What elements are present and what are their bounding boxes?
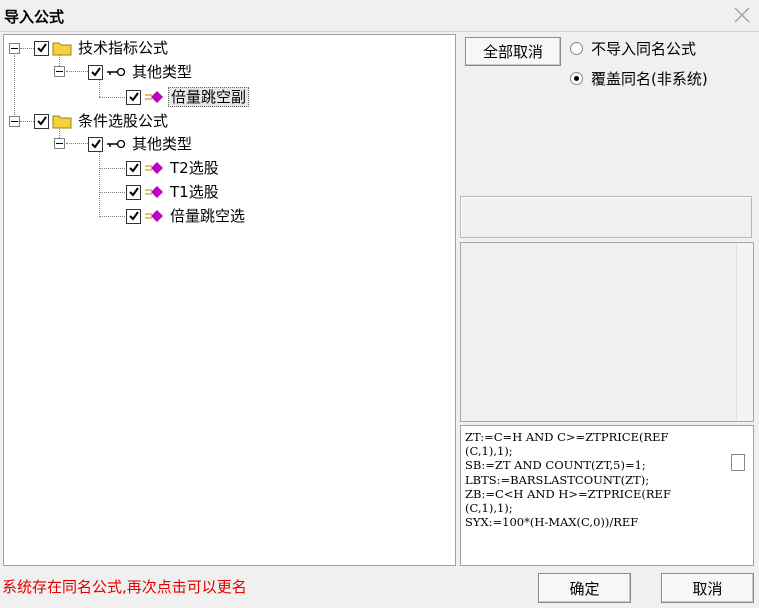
checkbox[interactable] [126, 89, 141, 105]
tree-leaf[interactable]: T2选股 [126, 157, 221, 179]
key-icon [106, 66, 126, 78]
radio-overwrite[interactable]: 覆盖同名(非系统) [570, 68, 708, 89]
radio-button[interactable] [570, 72, 583, 85]
leaf-label: 倍量跳空选 [170, 207, 246, 225]
tree-leaf[interactable]: 倍量跳空副 [126, 86, 250, 108]
formula-icon [144, 161, 164, 175]
cancel-button[interactable]: 取消 [661, 573, 754, 603]
leaf-label: T2选股 [170, 159, 219, 177]
tree-line [99, 97, 125, 98]
radio-label: 不导入同名公式 [591, 40, 697, 58]
folder-icon [52, 113, 72, 129]
collapse-toggle[interactable] [54, 66, 65, 77]
cancel-all-button[interactable]: 全部取消 [465, 37, 561, 66]
status-message: 系统存在同名公式,再次点击可以更名 [2, 578, 247, 596]
tree-line [14, 55, 15, 123]
checkbox[interactable] [126, 160, 141, 176]
formula-code: ZT:=C=H AND C>=ZTPRICE(REF (C,1),1); SB:… [465, 430, 671, 530]
tree-node-type-2[interactable]: 其他类型 [88, 133, 194, 155]
title-bar: 导入公式 [0, 0, 759, 32]
tree-line [66, 71, 88, 72]
tree-leaf[interactable]: 倍量跳空选 [126, 205, 247, 227]
scroll-thumb[interactable] [731, 454, 745, 471]
tree-line [66, 143, 88, 144]
formula-code-box[interactable]: ZT:=C=H AND C>=ZTPRICE(REF (C,1),1); SB:… [460, 425, 754, 566]
folder-icon [52, 40, 72, 56]
type-label: 其他类型 [132, 135, 193, 153]
info-box [460, 196, 752, 238]
tree-line [99, 168, 125, 169]
checkbox[interactable] [126, 184, 141, 200]
collapse-toggle[interactable] [9, 43, 20, 54]
tree-node-group-1[interactable]: 技术指标公式 [34, 37, 170, 59]
formula-icon [144, 90, 164, 104]
leaf-label: 倍量跳空副 [168, 87, 250, 107]
tree-line [99, 151, 100, 217]
radio-label: 覆盖同名(非系统) [591, 70, 708, 88]
collapse-toggle[interactable] [54, 138, 65, 149]
radio-button[interactable] [570, 42, 583, 55]
checkbox[interactable] [126, 208, 141, 224]
checkbox[interactable] [88, 136, 103, 152]
tree-node-group-2[interactable]: 条件选股公式 [34, 110, 170, 132]
group-label: 条件选股公式 [78, 112, 169, 130]
window-title: 导入公式 [4, 8, 65, 26]
key-icon [106, 138, 126, 150]
checkbox[interactable] [34, 113, 49, 129]
formula-tree[interactable]: 技术指标公式 其他类型 倍量跳空副 条件选股公式 其他类型 T2选股 T1选股 … [3, 34, 456, 566]
tree-line [20, 121, 34, 122]
leaf-label: T1选股 [170, 183, 219, 201]
tree-line [99, 216, 125, 217]
close-icon[interactable] [731, 4, 753, 26]
tree-leaf[interactable]: T1选股 [126, 181, 221, 203]
formula-icon [144, 185, 164, 199]
type-label: 其他类型 [132, 63, 193, 81]
collapse-toggle[interactable] [9, 116, 20, 127]
radio-no-import[interactable]: 不导入同名公式 [570, 38, 696, 59]
description-box [460, 242, 754, 422]
tree-line [20, 48, 34, 49]
tree-node-type-1[interactable]: 其他类型 [88, 61, 194, 83]
ok-button[interactable]: 确定 [538, 573, 631, 603]
tree-line [99, 192, 125, 193]
formula-icon [144, 209, 164, 223]
group-label: 技术指标公式 [78, 39, 169, 57]
checkbox[interactable] [34, 40, 49, 56]
checkbox[interactable] [88, 64, 103, 80]
scrollbar[interactable] [736, 243, 753, 421]
